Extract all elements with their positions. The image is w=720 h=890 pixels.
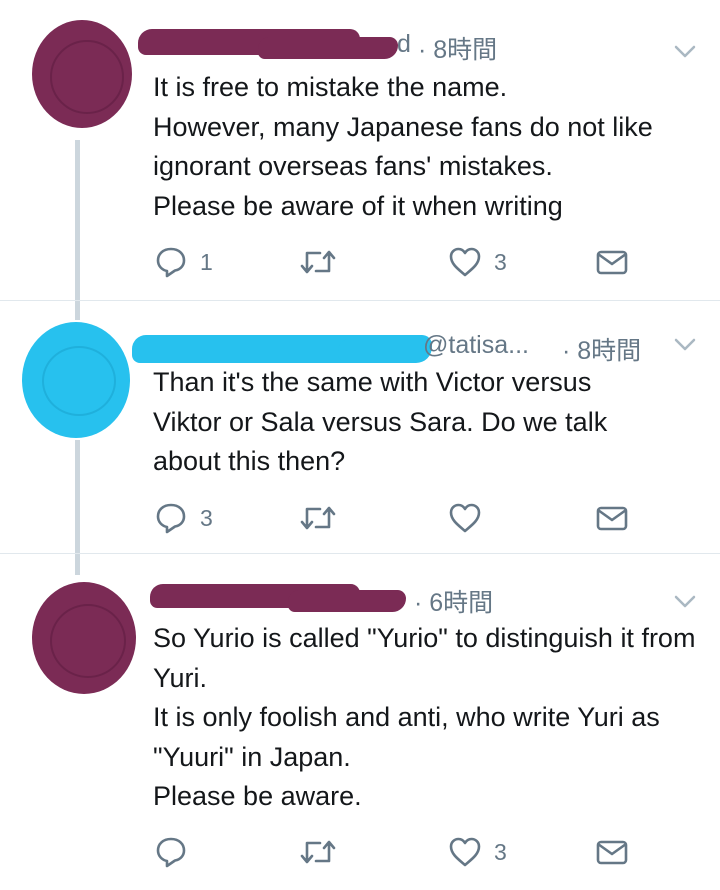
retweet-icon xyxy=(300,840,336,864)
reply-icon xyxy=(156,837,186,868)
chevron-down-icon[interactable] xyxy=(672,38,698,64)
tweet[interactable]: · 6時間 So Yurio is called "Yurio" to dist… xyxy=(0,554,720,890)
tweet-text: So Yurio is called "Yurio" to distinguis… xyxy=(153,623,696,811)
redacted-username xyxy=(288,590,406,612)
timestamp[interactable]: · 8時間 xyxy=(418,30,497,66)
heart-icon xyxy=(449,247,481,277)
retweet-button[interactable] xyxy=(298,498,350,538)
heart-icon xyxy=(449,503,481,533)
tweet-header: · 6時間 xyxy=(138,580,690,620)
envelope-icon xyxy=(596,506,628,531)
dm-button[interactable] xyxy=(594,498,630,538)
avatar[interactable] xyxy=(22,322,130,438)
like-count: 3 xyxy=(494,248,507,275)
avatar[interactable] xyxy=(32,582,136,694)
tweet[interactable]: d · 8時間 It is free to mistake the name. … xyxy=(0,0,720,298)
like-button[interactable]: 3 xyxy=(448,242,507,282)
reply-count: 1 xyxy=(200,248,213,275)
like-button[interactable] xyxy=(448,498,494,538)
reply-button[interactable]: 1 xyxy=(154,242,213,282)
envelope-icon xyxy=(596,250,628,275)
avatar-scribble xyxy=(42,346,116,416)
reply-count: 3 xyxy=(200,504,213,531)
tweet-header: d · 8時間 xyxy=(138,27,690,67)
like-count: 3 xyxy=(494,838,507,865)
dm-button[interactable] xyxy=(594,242,630,282)
heart-icon xyxy=(449,837,481,867)
dm-button[interactable] xyxy=(594,832,630,872)
reply-button[interactable] xyxy=(154,832,200,872)
reply-icon xyxy=(156,503,186,534)
avatar-scribble xyxy=(50,40,124,114)
tweet-actions: 3 xyxy=(150,498,720,538)
timestamp[interactable]: · 6時間 xyxy=(414,583,493,619)
envelope-icon xyxy=(596,840,628,865)
retweet-button[interactable] xyxy=(298,832,350,872)
reply-icon xyxy=(156,247,186,278)
tweet-actions: 3 xyxy=(150,832,720,872)
tweet[interactable]: @tatisa... · 8時間 Than it's the same with… xyxy=(0,301,720,553)
reply-button[interactable]: 3 xyxy=(154,498,213,538)
avatar[interactable] xyxy=(32,20,132,128)
redacted-username xyxy=(338,339,426,361)
timestamp[interactable]: · 8時間 xyxy=(562,331,641,367)
tweet-text: It is free to mistake the name. However,… xyxy=(153,72,653,221)
tweet-text: Than it's the same with Victor versus Vi… xyxy=(153,367,608,476)
tweet-actions: 1 3 xyxy=(150,242,720,282)
redacted-username xyxy=(258,37,398,59)
handle[interactable]: @tatisa... xyxy=(423,331,529,360)
retweet-icon xyxy=(300,506,336,530)
avatar-scribble xyxy=(50,604,126,678)
chevron-down-icon[interactable] xyxy=(672,331,698,357)
retweet-icon xyxy=(300,250,336,274)
handle[interactable]: d xyxy=(397,30,411,59)
retweet-button[interactable] xyxy=(298,242,350,282)
like-button[interactable]: 3 xyxy=(448,832,507,872)
chevron-down-icon[interactable] xyxy=(672,588,698,614)
